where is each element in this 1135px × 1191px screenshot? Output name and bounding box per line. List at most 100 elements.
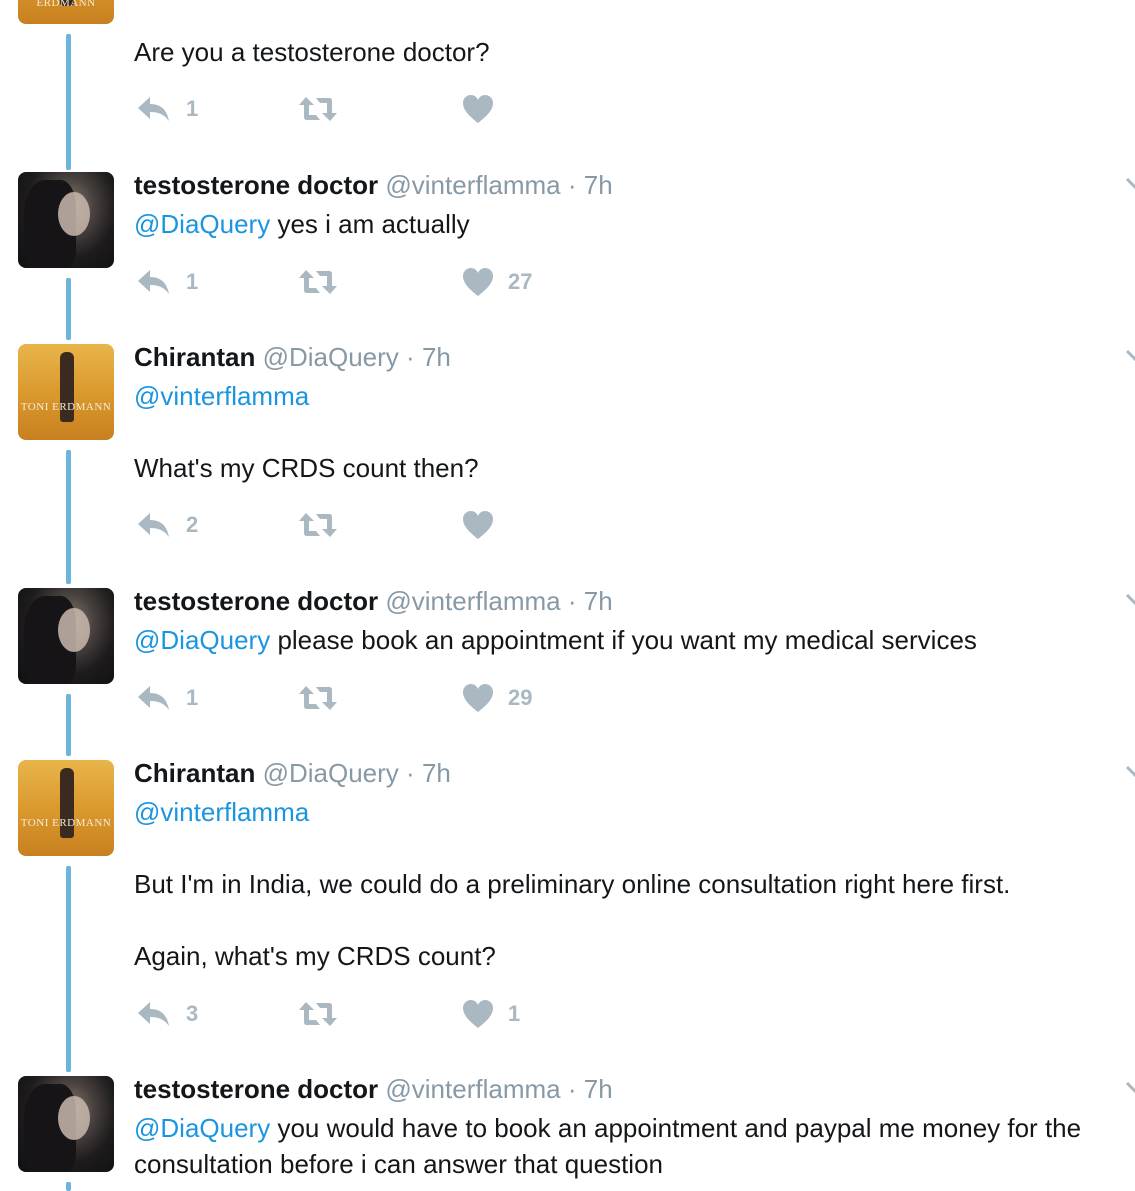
reply-button[interactable]: 3 (136, 997, 198, 1031)
tweet-actions: 1 27 (134, 265, 634, 299)
avatar[interactable] (18, 588, 114, 684)
separator-dot: · (567, 170, 577, 200)
reply-count: 3 (186, 1001, 199, 1026)
avatar[interactable]: TONI ERDMANN (18, 760, 114, 856)
timestamp[interactable]: 7h (584, 586, 613, 616)
tweet-paragraph: @DiaQuery yes i am actually (134, 206, 1124, 242)
display-name[interactable]: Chirantan (134, 342, 255, 372)
reply-button[interactable]: 1 (136, 681, 198, 715)
tweet-text-segment: But I'm in India, we could do a prelimin… (134, 869, 1011, 899)
mention-link[interactable]: @vinterflamma (134, 797, 309, 827)
more-options-button[interactable] (1125, 764, 1135, 778)
mention-link[interactable]: @DiaQuery (134, 209, 270, 239)
like-button[interactable]: 29 (462, 681, 532, 715)
user-handle[interactable]: @DiaQuery (263, 342, 399, 372)
like-count: 29 (508, 685, 533, 710)
heart-icon (463, 95, 493, 123)
chevron-down-icon (1125, 765, 1135, 778)
reply-icon (138, 97, 169, 121)
avatar[interactable] (18, 1076, 114, 1172)
like-button[interactable] (462, 508, 508, 542)
tweet-paragraph: @vinterflamma (134, 378, 1124, 414)
avatar-face-shape (58, 1096, 90, 1140)
more-options-button[interactable] (1125, 348, 1135, 362)
display-name[interactable]: Chirantan (134, 758, 255, 788)
mention-link[interactable]: @DiaQuery (134, 1113, 270, 1143)
tweet-header: Chirantan @DiaQuery · 7h (134, 342, 451, 372)
retweet-icon (299, 270, 337, 294)
thread-line (66, 450, 71, 584)
user-handle[interactable]: @vinterflamma (385, 170, 560, 200)
reply-button[interactable]: 1 (136, 265, 198, 299)
more-options-button[interactable] (1125, 176, 1135, 190)
tweet-text: @DiaQuery please book an appointment if … (134, 622, 1124, 658)
heart-icon (463, 684, 493, 712)
retweet-icon (299, 513, 337, 537)
heart-icon (463, 511, 493, 539)
user-handle[interactable]: @vinterflamma (385, 1074, 560, 1104)
heart-icon (463, 268, 493, 296)
tweet-header: testosterone doctor @vinterflamma · 7h (134, 586, 613, 616)
avatar-caption: TONI ERDMANN (20, 817, 112, 829)
tweet-header: Chirantan @DiaQuery · 7h (134, 758, 451, 788)
more-options-button[interactable] (1125, 592, 1135, 606)
like-button[interactable] (462, 92, 508, 126)
tweet-paragraph: @DiaQuery please book an appointment if … (134, 622, 1124, 658)
tweet-actions: 1 29 (134, 681, 634, 715)
tweet-actions: 1 (134, 92, 634, 126)
tweet-text: @DiaQuery yes i am actually (134, 206, 1124, 242)
retweet-button[interactable] (298, 92, 352, 126)
tweet-text-segment: What's my CRDS count then? (134, 453, 479, 483)
like-button[interactable]: 27 (462, 265, 532, 299)
thread-line (66, 866, 71, 1072)
mention-link[interactable]: @DiaQuery (134, 625, 270, 655)
reply-button[interactable]: 1 (136, 92, 198, 126)
retweet-button[interactable] (298, 508, 352, 542)
timestamp[interactable]: 7h (584, 170, 613, 200)
more-options-button[interactable] (1125, 1080, 1135, 1094)
tweet-text: Are you a testosterone doctor? (134, 34, 1124, 70)
avatar[interactable] (18, 172, 114, 268)
tweet-text-segment: Again, what's my CRDS count? (134, 941, 496, 971)
avatar-face-shape (58, 608, 90, 652)
separator-dot: · (567, 586, 577, 616)
tweet-paragraph: @DiaQuery you would have to book an appo… (134, 1110, 1124, 1182)
timestamp[interactable]: 7h (422, 342, 451, 372)
timestamp[interactable]: 7h (422, 758, 451, 788)
user-handle[interactable]: @vinterflamma (385, 586, 560, 616)
reply-count: 1 (186, 96, 199, 121)
tweet-text-segment: please book an appointment if you want m… (270, 625, 977, 655)
retweet-button[interactable] (298, 681, 352, 715)
avatar[interactable]: ERDMANN (18, 0, 114, 24)
tweet-header: testosterone doctor @vinterflamma · 7h (134, 1074, 613, 1104)
like-count: 27 (508, 269, 533, 294)
display-name[interactable]: testosterone doctor (134, 586, 378, 616)
reply-button[interactable]: 2 (136, 508, 198, 542)
like-button[interactable]: 1 (462, 997, 520, 1031)
tweet-text: @vinterflamma What's my CRDS count then? (134, 378, 1124, 486)
chevron-down-icon (1125, 177, 1135, 190)
thread-line (66, 34, 71, 170)
user-handle[interactable]: @DiaQuery (263, 758, 399, 788)
retweet-icon (299, 1002, 337, 1026)
tweet-paragraph: @vinterflamma (134, 794, 1124, 830)
retweet-button[interactable] (298, 997, 352, 1031)
thread-line (66, 278, 71, 340)
separator-dot: · (406, 758, 415, 788)
thread-line (66, 1182, 71, 1191)
separator-dot: · (406, 342, 415, 372)
retweet-icon (299, 686, 337, 710)
avatar[interactable]: TONI ERDMANN (18, 344, 114, 440)
tweet-paragraph: Again, what's my CRDS count? (134, 938, 1124, 974)
tweet-actions: 2 (134, 508, 634, 542)
avatar-caption: TONI ERDMANN (20, 401, 112, 413)
chevron-down-icon (1125, 349, 1135, 362)
retweet-button[interactable] (298, 265, 352, 299)
display-name[interactable]: testosterone doctor (134, 1074, 378, 1104)
display-name[interactable]: testosterone doctor (134, 170, 378, 200)
timestamp[interactable]: 7h (584, 1074, 613, 1104)
mention-link[interactable]: @vinterflamma (134, 381, 309, 411)
tweet-text-segment: Are you a testosterone doctor? (134, 37, 490, 67)
reply-count: 2 (186, 512, 199, 537)
reply-count: 1 (186, 269, 199, 294)
